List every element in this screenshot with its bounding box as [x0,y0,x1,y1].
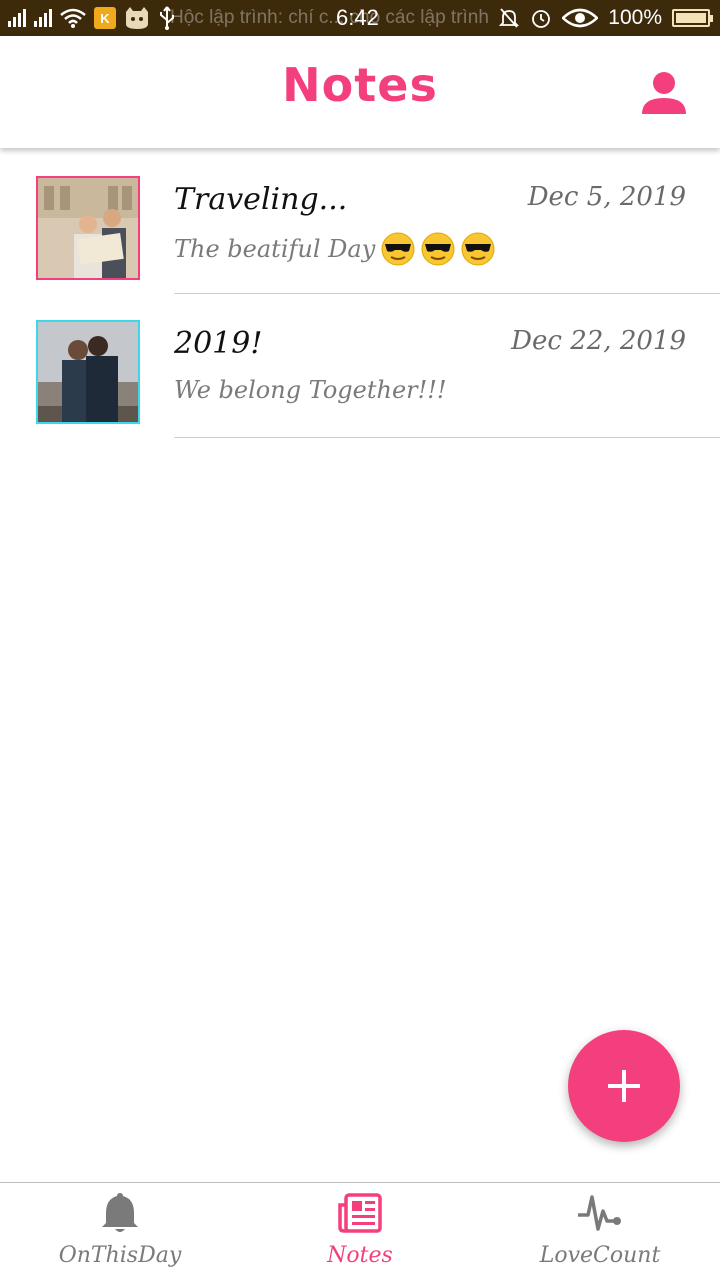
status-time: 6:42 [336,5,379,30]
nav-item-onthisday[interactable]: OnThisDay [0,1183,240,1280]
bell-icon [102,1193,138,1232]
cat-icon [126,7,148,29]
alarm-icon [532,10,551,28]
status-right-icons: 100% [498,0,713,36]
nav-item-notes[interactable]: Notes [240,1183,480,1280]
note-thumbnail [36,320,140,424]
app-bar: Notes [0,36,720,148]
signal-icon [34,9,52,27]
bell-off-icon [499,8,520,28]
note-body: We belong Together!!! [174,376,447,404]
note-body: The beatiful Day [174,232,495,266]
heartbeat-icon [578,1195,621,1231]
app-title: Notes [282,58,438,112]
note-title: 2019! [174,326,263,361]
sunglasses-emoji-icon [421,232,455,266]
sunglasses-emoji-icon [381,232,415,266]
note-body-text: We belong Together!!! [174,376,447,404]
nav-label: LoveCount [539,1243,661,1268]
nav-item-lovecount[interactable]: LoveCount [480,1183,720,1280]
battery-icon [672,9,713,27]
battery-percent: 100% [608,6,662,29]
status-bar: K Hộc lập trình: chí c... cho các lập tr… [0,0,720,36]
eye-icon [562,8,599,28]
app-notification-icon: K [94,7,116,29]
sunglasses-emoji-icon [461,232,495,266]
note-title: Traveling... [174,182,348,217]
divider [174,437,720,438]
nav-label: Notes [327,1243,393,1268]
person-icon[interactable] [640,68,688,116]
note-date: Dec 22, 2019 [511,326,686,356]
wifi-icon [60,8,86,28]
note-item[interactable]: Traveling... Dec 5, 2019 The beatiful Da… [0,150,720,294]
status-left-icons: K [8,0,176,36]
add-note-button[interactable] [568,1030,680,1142]
note-thumbnail [36,176,140,280]
note-item[interactable]: 2019! Dec 22, 2019 We belong Together!!! [0,294,720,438]
bottom-nav: OnThisDay Notes LoveCount [0,1182,720,1280]
plus-icon [608,1070,640,1102]
signal-icon [8,9,26,27]
newspaper-icon [338,1193,382,1233]
note-body-text: The beatiful Day [174,235,376,263]
note-date: Dec 5, 2019 [527,182,686,212]
status-ticker: Hộc lập trình: chí c... cho các lập trìn… [170,7,489,28]
notes-list: Traveling... Dec 5, 2019 The beatiful Da… [0,150,720,438]
nav-label: OnThisDay [58,1243,182,1268]
